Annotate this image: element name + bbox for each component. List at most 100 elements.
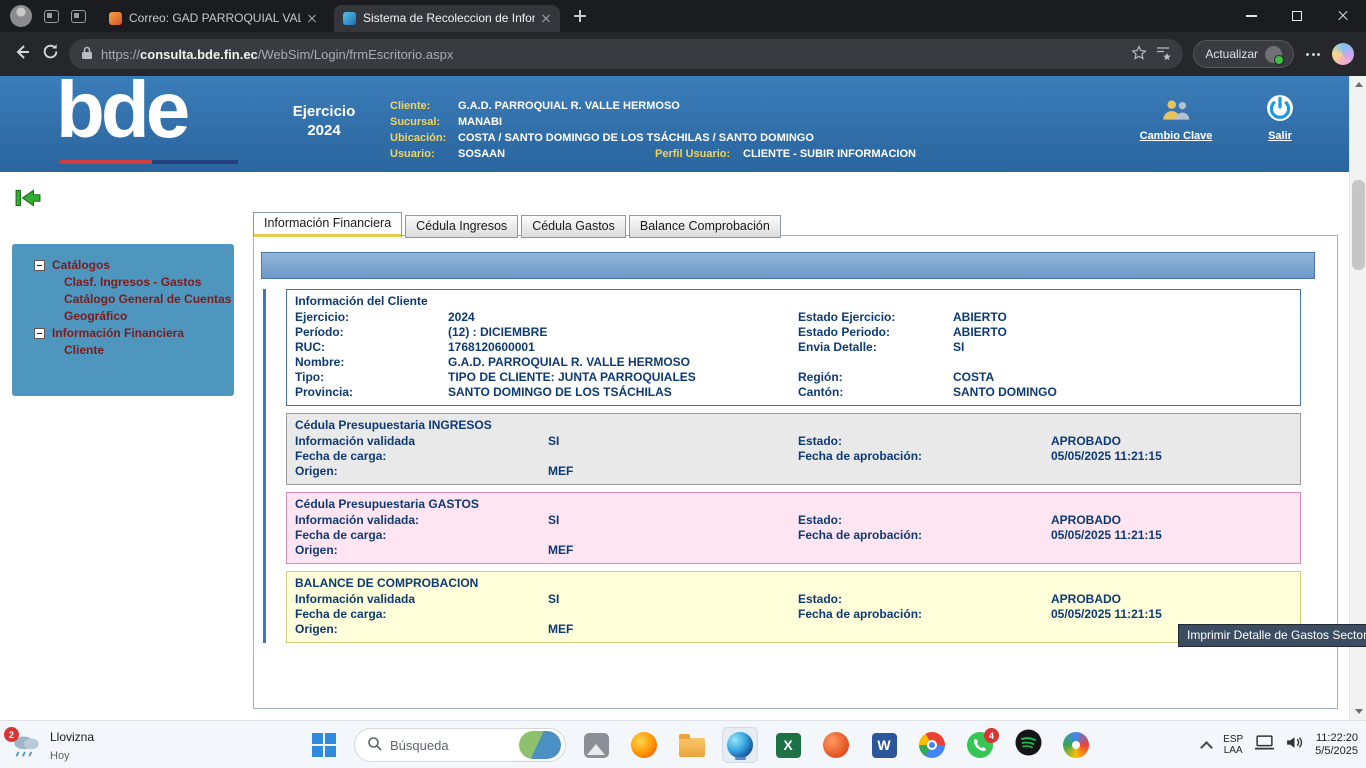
field-value: MEF	[548, 464, 798, 479]
bde-logo: bde	[56, 76, 186, 156]
field-value: COSTA / SANTO DOMINGO DE LOS TSÁCHILAS /…	[458, 130, 916, 146]
favorites-icon[interactable]	[1155, 45, 1171, 64]
tab-informacion-financiera[interactable]: Información Financiera	[253, 212, 402, 238]
minimize-button[interactable]	[1228, 0, 1274, 32]
workspaces-icon[interactable]	[44, 10, 59, 23]
field-label: RUC:	[295, 340, 448, 355]
field-label: Información validada	[295, 592, 548, 607]
address-bar[interactable]: https://consulta.bde.fin.ec/WebSim/Login…	[69, 39, 1183, 69]
clock-time: 11:22:20	[1316, 732, 1358, 744]
sidebar-item-label: Geográfico	[64, 309, 127, 323]
field-label	[798, 355, 953, 370]
taskbar-excel[interactable]: X	[770, 727, 806, 763]
start-button[interactable]	[306, 727, 342, 763]
taskbar-edge[interactable]	[722, 727, 758, 763]
new-tab-button[interactable]	[568, 4, 592, 28]
scrollbar-thumb[interactable]	[1352, 180, 1365, 270]
clock[interactable]: 11:22:20 5/5/2025	[1315, 732, 1358, 758]
client-info-section: Información del Cliente Ejercicio:2024Es…	[286, 289, 1301, 406]
word-letter: W	[877, 737, 890, 753]
sidebar-item-catalogos[interactable]: Catálogos	[34, 258, 234, 272]
tab-cedula-gastos[interactable]: Cédula Gastos	[521, 215, 626, 238]
language-indicator[interactable]: ESP LAA	[1223, 734, 1243, 756]
field-value	[548, 528, 798, 543]
taskbar-file-explorer[interactable]	[674, 727, 710, 763]
section-title: Cédula Presupuestaria INGRESOS	[295, 418, 1292, 433]
field-label	[798, 622, 1051, 637]
search-icon	[367, 736, 382, 754]
tooltip: Imprimir Detalle de Gastos Sector	[1178, 624, 1366, 647]
collapse-node-icon[interactable]	[34, 260, 45, 271]
taskbar-google-app[interactable]	[1058, 727, 1094, 763]
perfil-label: Perfil Usuario:	[655, 146, 743, 162]
taskbar-spotify[interactable]	[1010, 727, 1046, 763]
field-value: MEF	[548, 543, 798, 558]
field-label: Período:	[295, 325, 448, 340]
field-label: Cliente:	[390, 98, 458, 114]
sidebar-item-clasf-ingresos-gastos[interactable]: Clasf. Ingresos - Gastos	[64, 275, 234, 289]
salir-link[interactable]: Salir	[1252, 94, 1308, 142]
field-value: 1768120600001	[448, 340, 798, 355]
maximize-button[interactable]	[1274, 0, 1320, 32]
collapse-menu-icon[interactable]	[15, 188, 41, 213]
cambio-clave-link[interactable]: Cambio Clave	[1126, 98, 1226, 142]
sidebar-item-label: Cliente	[64, 343, 104, 357]
collapse-node-icon[interactable]	[34, 328, 45, 339]
field-value: 05/05/2025 11:21:15	[1051, 607, 1292, 622]
search-daily-image[interactable]	[519, 731, 561, 759]
field-value: SANTO DOMINGO DE LOS TSÁCHILAS	[448, 385, 798, 400]
taskbar-center: Búsqueda X W 4	[306, 721, 1094, 768]
sidebar-item-label: Catálogo General de Cuentas	[64, 292, 231, 306]
balance-comprobacion-section: BALANCE DE COMPROBACION Información vali…	[286, 571, 1301, 643]
ejercicio-label: Ejercicio	[280, 102, 368, 121]
field-value: MEF	[548, 622, 798, 637]
browser-menu-icon[interactable]	[1304, 53, 1322, 56]
copilot-icon[interactable]	[1332, 43, 1354, 65]
actualizar-button[interactable]: Actualizar	[1193, 40, 1294, 68]
sidebar-item-informacion-financiera[interactable]: Información Financiera	[34, 326, 234, 340]
sidebar-menu: Catálogos Clasf. Ingresos - Gastos Catál…	[12, 244, 234, 396]
taskbar-whatsapp[interactable]: 4	[962, 727, 998, 763]
info-row: Ejercicio:2024Estado Ejercicio:ABIERTO	[295, 310, 1292, 325]
chrome-icon	[919, 732, 945, 758]
sidebar-item-cliente[interactable]: Cliente	[64, 343, 234, 357]
back-icon[interactable]	[12, 42, 32, 67]
actualizar-label: Actualizar	[1205, 47, 1258, 61]
close-tab-icon[interactable]	[305, 11, 320, 26]
tab-cedula-ingresos[interactable]: Cédula Ingresos	[405, 215, 518, 238]
sidebar-item-catalogo-general-cuentas[interactable]: Catálogo General de Cuentas	[64, 292, 234, 306]
refresh-icon[interactable]	[42, 43, 59, 65]
taskbar-photos[interactable]	[578, 727, 614, 763]
cedula-gastos-section: Cédula Presupuestaria GASTOS Información…	[286, 492, 1301, 564]
bookmark-star-icon[interactable]	[1131, 45, 1147, 64]
profile-avatar[interactable]	[10, 5, 32, 27]
browser-tab-sistema[interactable]: Sistema de Recoleccion de Inform	[334, 5, 560, 32]
scroll-down-icon[interactable]	[1350, 703, 1366, 720]
device-icon[interactable]	[1255, 735, 1274, 755]
taskbar-word[interactable]: W	[866, 727, 902, 763]
field-label: Ubicación:	[390, 130, 458, 146]
edge-icon	[727, 732, 753, 758]
field-label: Estado:	[798, 592, 1051, 607]
taskbar-chrome[interactable]	[914, 727, 950, 763]
tab-actions-icon[interactable]	[71, 10, 86, 23]
close-window-button[interactable]	[1320, 0, 1366, 32]
taskbar-firefox[interactable]	[626, 727, 662, 763]
chevron-up-icon[interactable]	[1200, 741, 1213, 754]
taskbar-powerpoint[interactable]	[818, 727, 854, 763]
weather-icon	[10, 746, 42, 763]
search-input[interactable]: Búsqueda	[354, 728, 566, 762]
field-label	[798, 464, 1051, 479]
info-row: Origen:MEF	[295, 622, 1292, 637]
people-icon	[1160, 109, 1192, 126]
sidebar-item-geografico[interactable]: Geográfico	[64, 309, 234, 323]
ejercicio-block: Ejercicio 2024	[280, 102, 368, 140]
info-row: Origen:MEF	[295, 543, 1292, 558]
browser-tab-mail[interactable]: Correo: GAD PARROQUIAL VALLE	[100, 5, 326, 32]
photos-icon	[584, 733, 609, 758]
weather-widget[interactable]: 2 Llovizna Hoy	[10, 728, 94, 764]
scroll-up-icon[interactable]	[1350, 76, 1366, 93]
volume-icon[interactable]	[1286, 735, 1303, 755]
close-tab-icon[interactable]	[539, 11, 554, 26]
tab-balance-comprobacion[interactable]: Balance Comprobación	[629, 215, 781, 238]
